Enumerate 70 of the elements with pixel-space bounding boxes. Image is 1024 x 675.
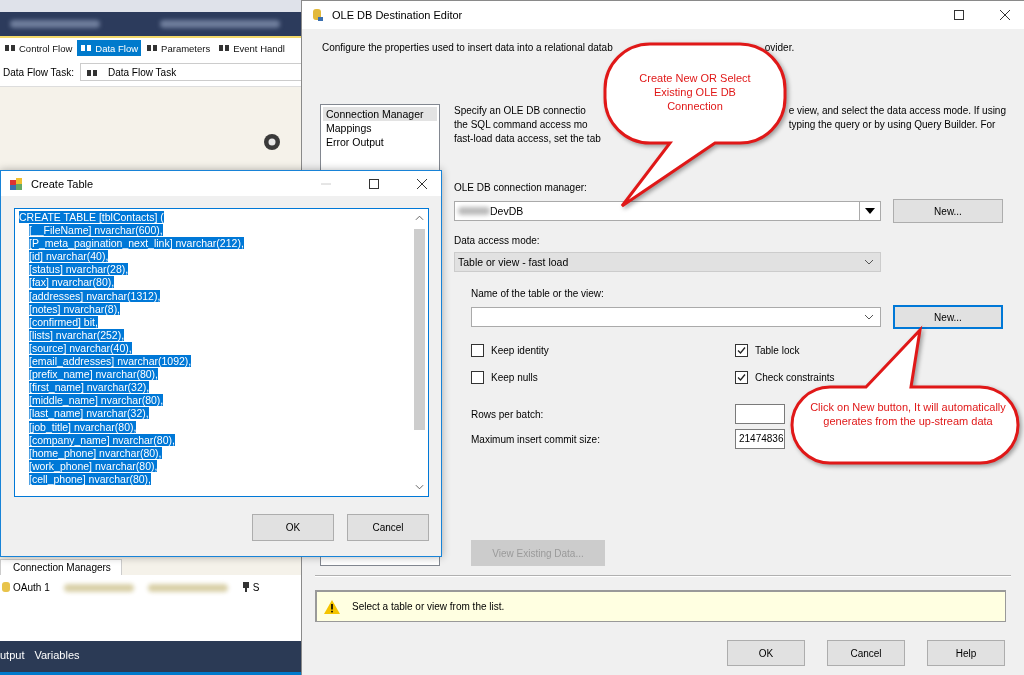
tab-icon [80,42,93,54]
field-label: OLE DB connection manager: [454,182,588,193]
designer-tab[interactable]: Event Handl [215,40,288,56]
database-icon [310,8,324,22]
panel-tab[interactable]: Variables [34,648,80,661]
chevron-icon [864,259,874,265]
designer-tab[interactable]: Data Flow [77,40,142,56]
window-title: OLE DB Destination Editor [332,9,464,21]
window-title: Create Table [31,177,95,190]
designer-tab[interactable]: Control Flow [1,40,76,56]
instruction-text: e view, and select the data access mode. If using typing the query or by using Query Builder. For [788,104,1006,132]
oauth-connection[interactable]: OAuth 1 [2,581,50,593]
server-icon [241,581,250,593]
connection-dropdown[interactable]: DevDB [454,201,881,221]
dialog-button[interactable]: Cancel [827,640,905,666]
tab-icon [218,42,231,54]
close-icon[interactable] [1000,10,1010,20]
dialog-button[interactable]: OK [727,640,805,666]
scroll-down-icon[interactable] [415,484,424,490]
callout-text: Click on New button, It will automatically generates from the up-stream data [809,400,1007,428]
redacted-text [458,207,490,215]
field-label: Data access mode: [454,235,541,246]
new-button[interactable]: New... [893,199,1003,223]
redacted-text [63,584,134,592]
field-label: Name of the table or the view: [471,288,605,299]
page-list-item[interactable]: Error Output [323,135,437,149]
instruction-text: Specify an OLE DB connectio the SQL command access mo fast-load data access, set the tab [454,104,601,146]
warning-icon [324,599,340,614]
checkbox[interactable] [471,344,484,357]
checkbox[interactable] [735,371,748,384]
page-list-item[interactable]: Connection Manager [323,107,437,121]
checkbox[interactable] [735,344,748,357]
field-label: Maximum insert commit size: [471,433,601,445]
rows-per-batch-field[interactable] [735,404,785,424]
page-list-item[interactable]: Mappings [323,121,437,135]
checkbox-label: Keep nulls [491,372,538,383]
new-button[interactable]: New... [893,305,1003,329]
scroll-up-icon[interactable] [415,215,424,221]
checkbox-label: Check constraints [755,372,835,383]
server-connection[interactable]: S [241,581,260,593]
maximize-icon[interactable] [954,10,964,20]
dialog-button[interactable]: Help [927,640,1005,666]
dropdown-value: DevDB [490,205,525,217]
tab-icon [146,42,159,54]
checkbox[interactable] [471,371,484,384]
close-icon[interactable] [417,178,427,189]
table-icon [9,176,23,191]
access-mode-dropdown[interactable]: Table or view - fast load [454,252,881,272]
connection-managers-tab[interactable]: Connection Managers [0,559,122,575]
chevron-icon [864,314,874,320]
warning-text: Select a table or view from the list. [352,601,505,612]
database-icon [2,581,10,593]
task-dropdown[interactable]: Data Flow Task [79,63,302,81]
sql-text-area[interactable] [14,208,429,497]
dialog-button[interactable]: OK [252,514,334,541]
callout-text: Create New OR Select Existing OLE DB Connection [638,71,752,113]
description-text: Configure the properties used to insert data into a relational datab [322,42,613,55]
description-text: ovider. [764,42,795,55]
commit-size-field[interactable]: 21474836 [735,429,785,449]
component-icon [262,132,282,152]
checkbox-label: Table lock [755,345,800,356]
checkbox-label: Keep identity [491,345,549,356]
designer-tab[interactable]: Parameters [143,40,214,56]
task-label: Data Flow Task: [3,66,74,78]
dialog-button[interactable]: Cancel [347,514,429,541]
field-label: Rows per batch: [471,408,545,420]
dropdown-value: Table or view - fast load [458,256,570,268]
panel-tab[interactable]: utput [0,648,25,661]
tab-icon [4,42,16,54]
maximize-icon[interactable] [369,178,379,189]
